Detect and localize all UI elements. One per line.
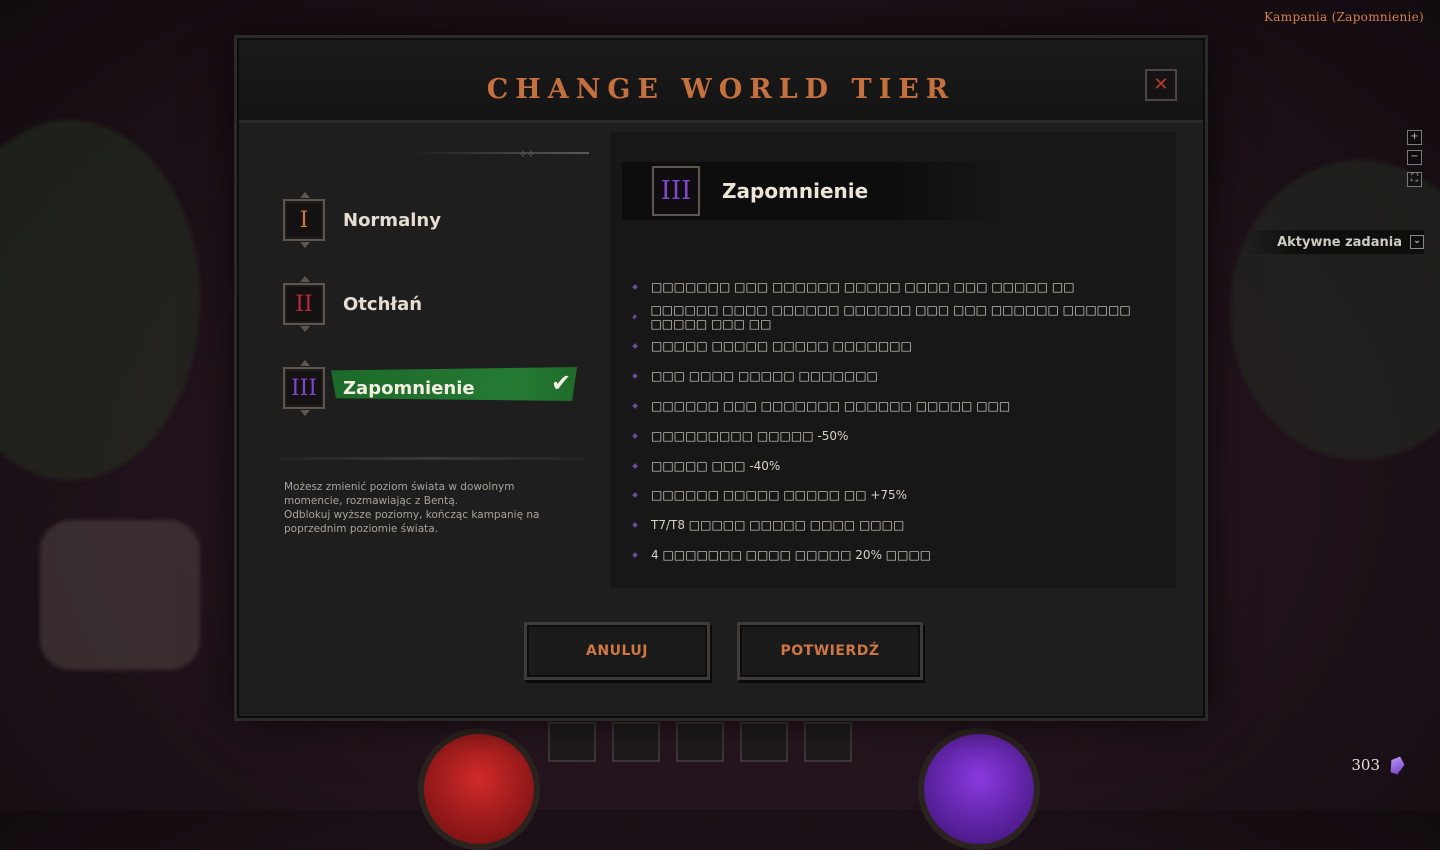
dialog-header: CHANGE WORLD TIER ✕ [239, 40, 1203, 123]
skill-slot[interactable] [740, 722, 788, 762]
checkmark-icon: ✔ [551, 369, 572, 397]
left-divider [279, 457, 585, 460]
map-zoom-out-button[interactable]: − [1407, 150, 1422, 165]
background-foliage-right [1230, 160, 1440, 460]
tier-numeral: II [295, 291, 313, 317]
tier-numeral: III [290, 375, 318, 401]
chevron-down-icon[interactable]: ⌄ [1410, 235, 1424, 249]
hint-line: Możesz zmienić poziom świata w dowolnym … [284, 481, 515, 507]
skill-slot[interactable] [548, 722, 596, 762]
tier-numeral: I [299, 207, 309, 233]
detail-tier-name: Zapomnienie [722, 179, 869, 203]
gem-icon [1387, 754, 1406, 776]
background-grave [40, 520, 200, 670]
modifier-item: □□□□□□□ □□□ □□□□□□ □□□□□ □□□□ □□□ □□□□□ … [651, 272, 1176, 302]
modifier-item: □□□□□ □□□ -40% [651, 451, 1176, 481]
detail-header: III Zapomnienie [622, 162, 1002, 220]
dialog-title: CHANGE WORLD TIER [486, 74, 956, 105]
close-button[interactable]: ✕ [1145, 69, 1177, 101]
decorative-divider [409, 152, 589, 154]
tier-detail-panel: III Zapomnienie □□□□□□□ □□□ □□□□□□ □□□□□… [610, 132, 1176, 588]
tier-badge-icon: II [283, 276, 325, 332]
modifier-item: □□□□□□ □□□□□ □□□□□ □□ +75% [651, 481, 1176, 511]
skill-bar [548, 722, 852, 762]
modifier-item: □□□ □□□□ □□□□□ □□□□□□□ [651, 361, 1176, 391]
change-world-tier-dialog: CHANGE WORLD TIER ✕ ⟡⟡ I Normalny II Otc… [237, 38, 1205, 718]
decorative-ornament-icon: ⟡⟡ [519, 146, 535, 160]
confirm-button[interactable]: POTWIERDŹ [737, 622, 923, 680]
modifier-item: □□□□□□ □□□ □□□□□□□ □□□□□□ □□□□□ □□□ [651, 391, 1176, 421]
health-orb [418, 728, 540, 850]
tier-hint-text: Możesz zmienić poziom świata w dowolnym … [284, 480, 574, 536]
active-quests-label: Aktywne zadania [1277, 234, 1402, 250]
tier-badge-icon: III [283, 360, 325, 416]
map-zoom-in-button[interactable]: + [1407, 130, 1422, 145]
background-foliage-left [0, 120, 200, 480]
campaign-label: Kampania (Zapomnienie) [1264, 10, 1424, 24]
active-quests-tracker[interactable]: Aktywne zadania ⌄ [1244, 230, 1424, 254]
resource-orb [918, 728, 1040, 850]
skill-slot[interactable] [804, 722, 852, 762]
modifier-item: 4 □□□□□□□ □□□□ □□□□□ 20% □□□□ [651, 540, 1176, 570]
modifier-item: □□□□□ □□□□□ □□□□□ □□□□□□□ [651, 332, 1176, 362]
currency-value: 303 [1351, 756, 1380, 774]
tier-badge-icon: I [283, 192, 325, 248]
hint-line: Odblokuj wyższe poziomy, kończąc kampani… [284, 509, 540, 535]
tier-label: Otchłań [343, 293, 423, 315]
cancel-button[interactable]: ANULUJ [524, 622, 710, 680]
skill-slot[interactable] [676, 722, 724, 762]
skill-slot[interactable] [612, 722, 660, 762]
tier-option-otchlan[interactable]: II Otchłań [283, 276, 583, 332]
tier-option-normalny[interactable]: I Normalny [283, 192, 583, 248]
modifier-item: □□□□□□□□□ □□□□□ -50% [651, 421, 1176, 451]
tier-label: Normalny [343, 209, 441, 231]
tier-badge-icon: III [652, 166, 700, 216]
modifier-item: T7/T8 □□□□□ □□□□□ □□□□ □□□□ [651, 510, 1176, 540]
tier-label: Zapomnienie [343, 377, 475, 399]
tier-option-zapomnienie[interactable]: III Zapomnienie ✔ [283, 360, 583, 416]
modifier-item: □□□□□□ □□□□ □□□□□□ □□□□□□ □□□ □□□ □□□□□□… [650, 302, 1176, 332]
currency-display: 303 [1351, 756, 1404, 774]
detail-numeral: III [660, 176, 692, 206]
map-fullscreen-button[interactable]: ⛶ [1407, 172, 1422, 187]
tier-modifier-list: □□□□□□□ □□□ □□□□□□ □□□□□ □□□□ □□□ □□□□□ … [650, 272, 1176, 570]
